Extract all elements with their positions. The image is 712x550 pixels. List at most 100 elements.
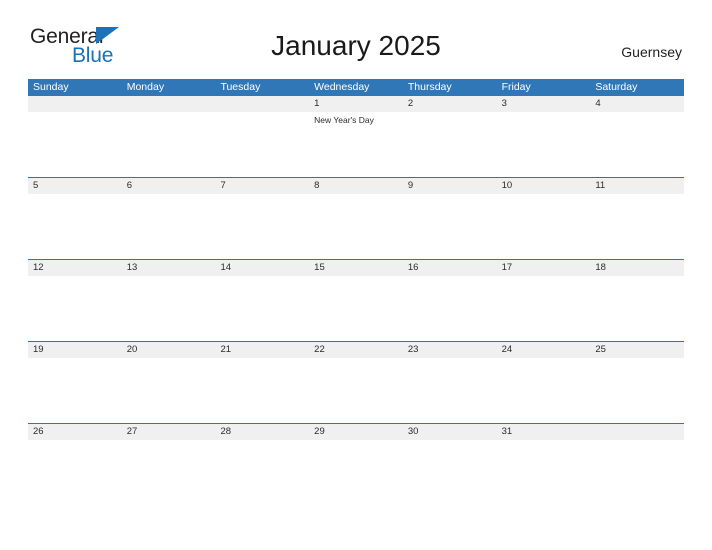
week-date-band: 5 6 7 8 9 10 11 xyxy=(28,178,684,194)
week-event-band xyxy=(28,194,684,259)
calendar-week-row: 12 13 14 15 16 17 18 xyxy=(28,259,684,341)
day-number-10[interactable]: 10 xyxy=(497,178,591,194)
day-number-27[interactable]: 27 xyxy=(122,424,216,440)
week-event-band: New Year's Day xyxy=(28,112,684,177)
day-number-16[interactable]: 16 xyxy=(403,260,497,276)
page-title: January 2025 xyxy=(271,30,441,61)
day-cell-6[interactable] xyxy=(122,194,216,259)
day-number-empty xyxy=(215,96,309,112)
day-number-13[interactable]: 13 xyxy=(122,260,216,276)
day-number-17[interactable]: 17 xyxy=(497,260,591,276)
week-event-band xyxy=(28,358,684,423)
day-number-23[interactable]: 23 xyxy=(403,342,497,358)
day-cell-empty xyxy=(122,112,216,177)
calendar-week-row: 19 20 21 22 23 24 25 xyxy=(28,341,684,423)
week-date-band: 26 27 28 29 30 31 xyxy=(28,424,684,440)
day-cell-2[interactable] xyxy=(403,112,497,177)
week-date-band: 19 20 21 22 23 24 25 xyxy=(28,342,684,358)
day-cell-29[interactable] xyxy=(309,440,403,505)
week-event-band xyxy=(28,276,684,341)
day-number-25[interactable]: 25 xyxy=(590,342,684,358)
day-cell-13[interactable] xyxy=(122,276,216,341)
day-number-29[interactable]: 29 xyxy=(309,424,403,440)
weekday-header-monday: Monday xyxy=(126,81,165,93)
day-number-7[interactable]: 7 xyxy=(215,178,309,194)
day-number-11[interactable]: 11 xyxy=(590,178,684,194)
day-number-5[interactable]: 5 xyxy=(28,178,122,194)
weekday-header-row: Sunday Monday Tuesday Wednesday Thursday Frid… xyxy=(28,79,684,96)
day-number-2[interactable]: 2 xyxy=(403,96,497,112)
calendar-weeks: 1 2 3 4 New Year's Day 5 6 7 8 9 10 11 12 13 14 15 16 17 1… xyxy=(28,96,684,505)
day-number-18[interactable]: 18 xyxy=(590,260,684,276)
day-number-6[interactable]: 6 xyxy=(122,178,216,194)
day-number-19[interactable]: 19 xyxy=(28,342,122,358)
day-number-empty xyxy=(590,424,684,440)
day-cell-30[interactable] xyxy=(403,440,497,505)
day-cell-14[interactable] xyxy=(215,276,309,341)
day-number-3[interactable]: 3 xyxy=(497,96,591,112)
day-number-22[interactable]: 22 xyxy=(309,342,403,358)
day-number-21[interactable]: 21 xyxy=(215,342,309,358)
calendar-week-row: 5 6 7 8 9 10 11 xyxy=(28,177,684,259)
day-number-1[interactable]: 1 xyxy=(309,96,403,112)
day-number-8[interactable]: 8 xyxy=(309,178,403,194)
day-number-31[interactable]: 31 xyxy=(497,424,591,440)
calendar-week-row: 1 2 3 4 New Year's Day xyxy=(28,96,684,177)
day-number-empty xyxy=(28,96,122,112)
day-number-20[interactable]: 20 xyxy=(122,342,216,358)
day-cell-19[interactable] xyxy=(28,358,122,423)
weekday-header-saturday: Saturday xyxy=(595,81,638,93)
holiday-label: New Year's Day xyxy=(314,115,374,125)
calendar-page: General Blue January 2025 Guernsey Sunda… xyxy=(0,0,712,550)
day-number-30[interactable]: 30 xyxy=(403,424,497,440)
day-number-28[interactable]: 28 xyxy=(215,424,309,440)
weekday-header-sunday: Sunday xyxy=(33,81,69,93)
day-number-empty xyxy=(122,96,216,112)
day-cell-empty xyxy=(590,440,684,505)
locale-label: Guernsey xyxy=(621,44,682,60)
day-number-9[interactable]: 9 xyxy=(403,178,497,194)
day-cell-31[interactable] xyxy=(497,440,591,505)
day-number-15[interactable]: 15 xyxy=(309,260,403,276)
calendar-grid: Sunday Monday Tuesday Wednesday Thursday Frid… xyxy=(28,79,684,505)
day-number-26[interactable]: 26 xyxy=(28,424,122,440)
day-cell-18[interactable] xyxy=(590,276,684,341)
day-cell-20[interactable] xyxy=(122,358,216,423)
day-cell-21[interactable] xyxy=(215,358,309,423)
day-cell-1[interactable]: New Year's Day xyxy=(309,112,403,177)
weekday-header-wednesday: Wednesday xyxy=(314,81,370,93)
day-number-14[interactable]: 14 xyxy=(215,260,309,276)
weekday-header-thursday: Thursday xyxy=(407,81,452,93)
day-cell-10[interactable] xyxy=(497,194,591,259)
weekday-header-tuesday: Tuesday xyxy=(220,81,261,93)
day-cell-24[interactable] xyxy=(497,358,591,423)
day-cell-17[interactable] xyxy=(497,276,591,341)
day-cell-15[interactable] xyxy=(309,276,403,341)
day-cell-23[interactable] xyxy=(403,358,497,423)
day-cell-8[interactable] xyxy=(309,194,403,259)
day-cell-27[interactable] xyxy=(122,440,216,505)
day-number-4[interactable]: 4 xyxy=(590,96,684,112)
page-header: General Blue January 2025 Guernsey xyxy=(0,0,712,66)
day-cell-12[interactable] xyxy=(28,276,122,341)
day-cell-9[interactable] xyxy=(403,194,497,259)
week-date-band: 12 13 14 15 16 17 18 xyxy=(28,260,684,276)
day-cell-26[interactable] xyxy=(28,440,122,505)
day-cell-25[interactable] xyxy=(590,358,684,423)
week-event-band xyxy=(28,440,684,505)
day-number-24[interactable]: 24 xyxy=(497,342,591,358)
day-cell-5[interactable] xyxy=(28,194,122,259)
day-cell-empty xyxy=(215,112,309,177)
week-date-band: 1234 xyxy=(28,96,684,112)
day-cell-28[interactable] xyxy=(215,440,309,505)
day-cell-3[interactable] xyxy=(497,112,591,177)
weekday-header-friday: Friday xyxy=(501,81,531,93)
day-cell-4[interactable] xyxy=(590,112,684,177)
day-cell-16[interactable] xyxy=(403,276,497,341)
day-cell-empty xyxy=(28,112,122,177)
calendar-week-row: 26 27 28 29 30 31 xyxy=(28,423,684,505)
day-cell-22[interactable] xyxy=(309,358,403,423)
day-cell-7[interactable] xyxy=(215,194,309,259)
day-number-12[interactable]: 12 xyxy=(28,260,122,276)
day-cell-11[interactable] xyxy=(590,194,684,259)
